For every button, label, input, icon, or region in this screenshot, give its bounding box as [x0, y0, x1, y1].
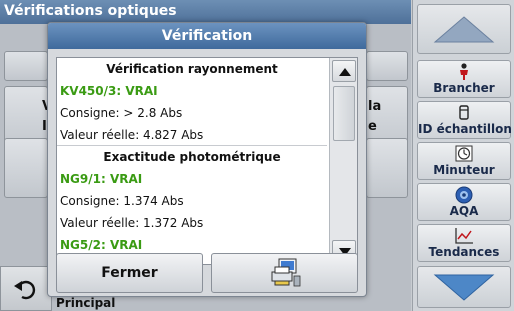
scroll-up-button[interactable] — [417, 4, 511, 54]
dialog-title: Vérification — [48, 23, 366, 49]
triangle-up-icon — [433, 16, 495, 43]
back-arrow-icon — [14, 280, 36, 300]
print-to-computer-icon — [271, 258, 300, 287]
print-button[interactable] — [211, 253, 358, 293]
timer-icon — [455, 145, 473, 162]
sidebar-item-label: Tendances — [428, 245, 500, 259]
scroll-up-arrow-button[interactable] — [332, 60, 356, 82]
right-sidebar: Brancher ID échantillon Minuteur AQA Ten… — [412, 0, 514, 311]
results-list[interactable]: Vérification rayonnement KV450/3: VRAI Con… — [56, 57, 358, 265]
person-icon — [460, 63, 468, 80]
list-item: Valeur réelle: 1.372 Abs — [60, 216, 204, 230]
sample-tube-icon — [459, 105, 469, 120]
results-list-content: Vérification rayonnement KV450/3: VRAI Con… — [57, 58, 327, 264]
background-button-right-text-2: e — [368, 119, 377, 134]
background-button-left-lower[interactable] — [4, 138, 48, 198]
list-item: Consigne: 1.374 Abs — [60, 194, 184, 208]
sidebar-item-label: AQA — [449, 204, 479, 218]
back-button[interactable] — [0, 266, 52, 311]
background-button-right-lower[interactable] — [366, 138, 408, 198]
triangle-down-icon — [433, 274, 495, 301]
background-button-top-left[interactable] — [4, 51, 48, 81]
close-button-label: Fermer — [101, 265, 158, 281]
sidebar-item-id-echantillon[interactable]: ID échantillon — [417, 101, 512, 139]
list-result-status: NG9/1: VRAI — [60, 172, 143, 186]
list-item: Valeur réelle: 4.827 Abs — [57, 124, 327, 146]
sidebar-item-label: Brancher — [433, 81, 495, 95]
background-bottom-label: Principal — [56, 296, 116, 310]
scroll-down-button[interactable] — [417, 266, 511, 308]
background-button-top-right[interactable] — [366, 51, 408, 81]
list-section-heading: Vérification rayonnement — [106, 62, 278, 76]
sidebar-item-label: ID échantillon — [418, 122, 512, 136]
verification-dialog: Vérification Vérification rayonnement KV4… — [47, 22, 367, 297]
list-item: Consigne: > 2.8 Abs — [60, 106, 183, 120]
sidebar-item-brancher[interactable]: Brancher — [417, 60, 511, 98]
close-button[interactable]: Fermer — [56, 253, 203, 293]
chevron-up-icon — [339, 68, 351, 76]
quality-icon — [455, 186, 473, 204]
list-scrollbar[interactable] — [329, 58, 357, 264]
scrollbar-thumb[interactable] — [333, 86, 355, 141]
background-button-right-text: la — [368, 99, 382, 114]
list-section-heading: Exactitude photométrique — [103, 150, 281, 164]
background-title: Vérifications optiques — [0, 0, 411, 24]
sidebar-item-tendances[interactable]: Tendances — [417, 224, 511, 262]
sidebar-item-minuteur[interactable]: Minuteur — [417, 142, 511, 180]
list-result-status: KV450/3: VRAI — [60, 84, 158, 98]
sidebar-item-label: Minuteur — [433, 163, 495, 177]
sidebar-item-aqa[interactable]: AQA — [417, 183, 511, 221]
trend-chart-icon — [455, 228, 473, 244]
